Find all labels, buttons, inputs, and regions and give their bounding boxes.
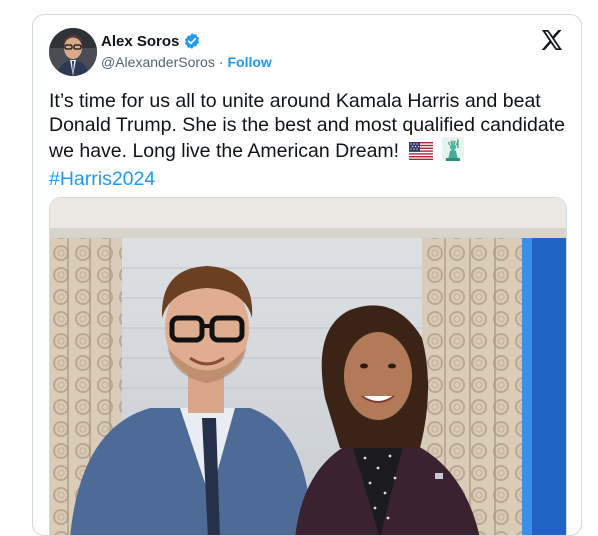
author-handle[interactable]: @AlexanderSoros [101, 54, 215, 70]
author-row: Alex Soros [101, 32, 201, 50]
tweet-card[interactable]: Alex Soros @AlexanderSoros · Follow It’s… [32, 14, 582, 536]
follow-button[interactable]: Follow [228, 54, 272, 70]
x-logo-icon[interactable] [540, 28, 564, 52]
tweet-body: It’s time for us all to unite around Kam… [49, 90, 565, 162]
tweet-photo[interactable] [49, 197, 567, 535]
hashtag-link[interactable]: #Harris2024 [49, 168, 155, 190]
us-flag-icon [408, 142, 433, 166]
separator-dot: · [218, 54, 224, 70]
tweet-text-block: It’s time for us all to unite around Kam… [49, 89, 569, 191]
statue-of-liberty-icon [441, 137, 464, 167]
author-name[interactable]: Alex Soros [101, 33, 179, 50]
handle-row: @AlexanderSoros · Follow [101, 54, 272, 70]
verified-badge-icon [183, 32, 201, 50]
avatar[interactable] [49, 28, 97, 76]
